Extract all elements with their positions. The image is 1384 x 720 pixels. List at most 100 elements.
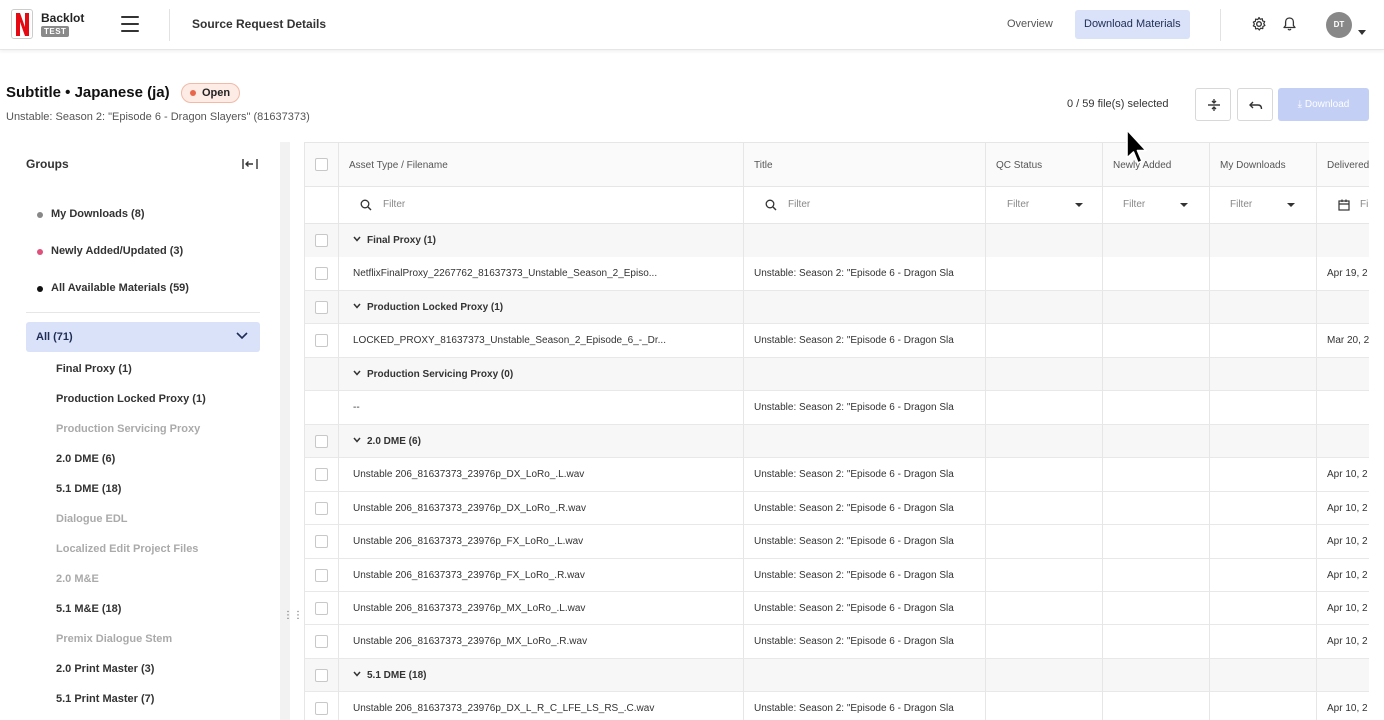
sidebar-resize-gutter[interactable] xyxy=(280,142,290,720)
tab-download-materials[interactable]: Download Materials xyxy=(1075,10,1190,39)
chevron-down-icon[interactable] xyxy=(1358,22,1366,40)
row-checkbox[interactable] xyxy=(315,334,328,348)
delivered-date: Apr 10, 2 xyxy=(1327,703,1368,715)
chevron-down-icon[interactable] xyxy=(353,437,361,443)
qc-status-cell xyxy=(986,257,1103,291)
row-checkbox[interactable] xyxy=(315,501,328,515)
my-downloads-cell xyxy=(1210,324,1317,358)
header-select-cell xyxy=(305,143,339,188)
filename: Unstable 206_81637373_23976p_FX_LoRo_.R.… xyxy=(353,569,585,581)
table-row[interactable]: Unstable 206_81637373_23976p_FX_LoRo_.R.… xyxy=(305,558,1369,592)
select-cell xyxy=(305,257,339,291)
row-checkbox[interactable] xyxy=(315,434,328,448)
row-checkbox[interactable] xyxy=(315,601,328,615)
sidebar-item-dialogue-edl[interactable]: Dialogue EDL xyxy=(56,513,128,525)
download-button[interactable]: ⤓ Download xyxy=(1278,88,1369,121)
delivered-date: Apr 10, 2 xyxy=(1327,536,1368,548)
table-group-row[interactable]: 2.0 DME (6) xyxy=(305,424,1369,459)
row-checkbox[interactable] xyxy=(315,468,328,482)
filename: Unstable 206_81637373_23976p_FX_LoRo_.L.… xyxy=(353,536,584,548)
qc-status-cell xyxy=(986,324,1103,358)
row-checkbox[interactable] xyxy=(315,300,328,314)
undo-button[interactable] xyxy=(1237,88,1273,121)
table-row[interactable]: Unstable 206_81637373_23976p_FX_LoRo_.L.… xyxy=(305,525,1369,559)
title-cell: Unstable: Season 2: "Episode 6 - Dragon … xyxy=(744,324,986,358)
group-all-available[interactable]: All Available Materials (59) xyxy=(37,282,189,294)
my-downloads-cell xyxy=(1210,658,1317,692)
sidebar-item-production-locked-proxy[interactable]: Production Locked Proxy (1) xyxy=(56,393,206,405)
delivered-filter-input[interactable]: Filter xyxy=(1317,187,1369,224)
select-all-checkbox[interactable] xyxy=(315,158,328,171)
chevron-down-icon[interactable] xyxy=(353,303,361,309)
filename-cell: Unstable 206_81637373_23976p_DX_LoRo_.R.… xyxy=(339,491,744,525)
drag-handle-icon[interactable]: ⋮⋮ xyxy=(283,610,303,621)
table-group-row[interactable]: Production Servicing Proxy (0) xyxy=(305,357,1369,392)
avatar[interactable]: DT xyxy=(1326,12,1352,38)
title-cell xyxy=(744,357,986,391)
qc-status-filter-select[interactable]: Filter xyxy=(986,187,1103,224)
group-my-downloads[interactable]: My Downloads (8) xyxy=(37,208,145,220)
sidebar-item-production-servicing-proxy[interactable]: Production Servicing Proxy xyxy=(56,423,200,435)
gear-icon[interactable] xyxy=(1251,16,1267,37)
sidebar-item-premix-dialogue-stem[interactable]: Premix Dialogue Stem xyxy=(56,633,172,645)
bell-icon[interactable] xyxy=(1282,16,1297,37)
row-checkbox[interactable] xyxy=(315,535,328,549)
select-cell xyxy=(305,458,339,492)
table-row[interactable]: NetflixFinalProxy_2267762_81637373_Unsta… xyxy=(305,257,1369,291)
table-row[interactable]: Unstable 206_81637373_23976p_MX_LoRo_.R.… xyxy=(305,625,1369,659)
column-header-title[interactable]: Title xyxy=(744,143,986,188)
sidebar-item-2-0-print-master[interactable]: 2.0 Print Master (3) xyxy=(56,663,154,675)
sidebar-item-final-proxy[interactable]: Final Proxy (1) xyxy=(56,363,132,375)
tab-overview[interactable]: Overview xyxy=(998,10,1062,39)
my-downloads-filter-select[interactable]: Filter xyxy=(1210,187,1317,224)
title-text: Unstable: Season 2: "Episode 6 - Dragon … xyxy=(754,602,954,614)
table-row[interactable]: Unstable 206_81637373_23976p_DX_L_R_C_LF… xyxy=(305,692,1369,720)
row-checkbox[interactable] xyxy=(315,702,328,716)
column-header-my-downloads[interactable]: My Downloads xyxy=(1210,143,1317,188)
netflix-logo-icon[interactable] xyxy=(11,9,33,39)
row-checkbox[interactable] xyxy=(315,568,328,582)
chevron-down-icon[interactable] xyxy=(353,236,361,242)
sidebar-item-5-1-dme[interactable]: 5.1 DME (18) xyxy=(56,483,121,495)
title-cell xyxy=(744,224,986,257)
row-checkbox[interactable] xyxy=(315,668,328,682)
qc-status-cell xyxy=(986,525,1103,559)
sidebar-item-localized-edit-project-files[interactable]: Localized Edit Project Files xyxy=(56,543,198,555)
title-filter-input[interactable]: Filter xyxy=(744,187,986,224)
row-checkbox[interactable] xyxy=(315,234,328,247)
sidebar-item-2-0-me[interactable]: 2.0 M&E xyxy=(56,573,99,585)
delivered-cell xyxy=(1317,425,1369,458)
table-group-row[interactable]: 5.1 DME (18) xyxy=(305,658,1369,693)
my-downloads-cell xyxy=(1210,625,1317,659)
asset-filter-input[interactable]: Filter xyxy=(339,187,744,224)
newly-added-filter-select[interactable]: Filter xyxy=(1103,187,1210,224)
column-header-delivered[interactable]: Delivered xyxy=(1317,143,1369,188)
table-row[interactable]: Unstable 206_81637373_23976p_DX_LoRo_.R.… xyxy=(305,491,1369,526)
table-group-row[interactable]: Final Proxy (1) xyxy=(305,224,1369,258)
filter-spacer xyxy=(305,187,339,224)
sidebar-item-2-0-dme[interactable]: 2.0 DME (6) xyxy=(56,453,115,465)
column-header-asset[interactable]: Asset Type / Filename xyxy=(339,143,744,188)
column-header-newly-added[interactable]: Newly Added xyxy=(1103,143,1210,188)
compare-button[interactable] xyxy=(1195,88,1231,121)
column-header-qc-status[interactable]: QC Status xyxy=(986,143,1103,188)
chevron-down-icon[interactable] xyxy=(353,671,361,677)
menu-icon[interactable] xyxy=(121,16,139,32)
qc-status-cell xyxy=(986,591,1103,625)
row-checkbox[interactable] xyxy=(315,635,328,649)
delivered-date: Apr 10, 2 xyxy=(1327,469,1368,481)
sidebar-item-5-1-me[interactable]: 5.1 M&E (18) xyxy=(56,603,121,615)
undo-icon xyxy=(1249,101,1263,110)
my-downloads-cell xyxy=(1210,491,1317,525)
chevron-down-icon[interactable] xyxy=(353,370,361,376)
collapse-sidebar-icon[interactable] xyxy=(242,157,258,175)
table-group-row[interactable]: Production Locked Proxy (1) xyxy=(305,290,1369,325)
row-checkbox[interactable] xyxy=(315,267,328,281)
group-newly-added[interactable]: Newly Added/Updated (3) xyxy=(37,245,183,257)
table-row[interactable]: -- Unstable: Season 2: "Episode 6 - Drago… xyxy=(305,391,1369,425)
table-row[interactable]: Unstable 206_81637373_23976p_DX_LoRo_.L.… xyxy=(305,458,1369,492)
table-row[interactable]: Unstable 206_81637373_23976p_MX_LoRo_.L.… xyxy=(305,591,1369,626)
table-row[interactable]: LOCKED_PROXY_81637373_Unstable_Season_2_… xyxy=(305,324,1369,358)
all-materials-dropdown[interactable]: All (71) xyxy=(26,322,260,352)
sidebar-item-5-1-print-master[interactable]: 5.1 Print Master (7) xyxy=(56,693,154,705)
